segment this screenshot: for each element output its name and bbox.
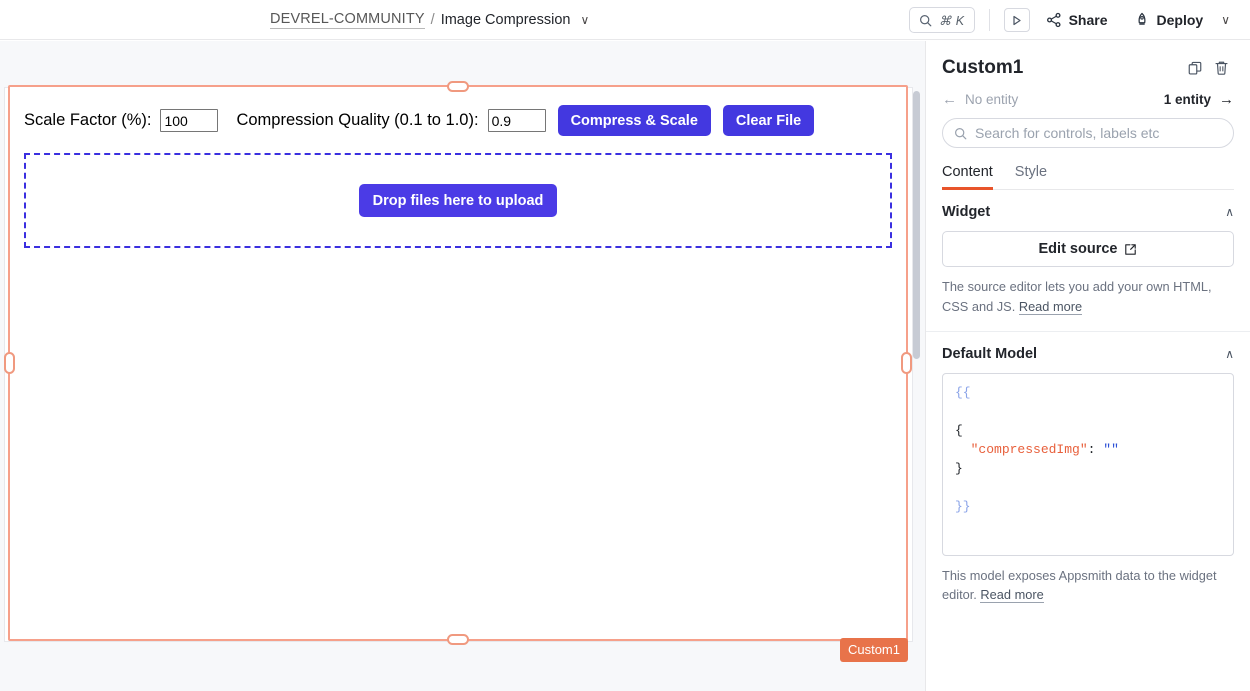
top-toolbar: DEVREL-COMMUNITY / Image Compression ∨ ⌘… — [0, 0, 1250, 40]
resize-handle-right[interactable] — [901, 352, 912, 374]
search-icon — [955, 127, 967, 139]
chevron-up-icon[interactable]: ∧ — [1225, 347, 1234, 361]
copy-widget-button[interactable] — [1182, 55, 1208, 81]
search-shortcut-label: ⌘ K — [938, 13, 965, 28]
widget-section-help: The source editor lets you add your own … — [942, 277, 1234, 317]
code-line: }} — [955, 498, 971, 514]
canvas-vertical-scrollbar[interactable] — [913, 91, 920, 359]
code-token-key: "compressedImg" — [970, 441, 1088, 457]
default-model-section: Default Model ∧ {{ { "compressedImg": ""… — [926, 332, 1250, 620]
previous-entity-label: No entity — [965, 92, 1019, 107]
rocket-icon — [1138, 12, 1145, 25]
code-line: { — [955, 422, 963, 438]
property-pane-header: Custom1 — [926, 41, 1250, 85]
compression-quality-input[interactable] — [487, 109, 546, 132]
widget-section: Widget ∧ Edit source The source editor l… — [926, 190, 1250, 332]
custom-widget-content: Scale Factor (%): Compression Quality (0… — [10, 87, 906, 639]
custom-widget-container[interactable]: Scale Factor (%): Compression Quality (0… — [4, 81, 912, 662]
edit-source-button[interactable]: Edit source — [942, 231, 1234, 267]
code-token-value: "" — [1103, 441, 1119, 457]
property-search-field[interactable]: Search for controls, labels etc — [942, 118, 1234, 148]
chevron-down-icon[interactable]: ∨ — [580, 14, 589, 26]
file-dropzone[interactable]: Drop files here to upload — [24, 153, 892, 248]
property-pane-title: Custom1 — [942, 57, 1024, 78]
default-model-code-editor[interactable]: {{ { "compressedImg": "" } }} — [942, 372, 1234, 556]
play-triangle-icon — [1012, 15, 1021, 25]
trash-icon — [1215, 61, 1227, 75]
property-tabs: Content Style — [942, 164, 1234, 190]
compression-quality-label: Compression Quality (0.1 to 1.0): — [236, 111, 479, 129]
toolbar-divider — [988, 9, 990, 31]
entity-navigation: → No entity 1 entity → — [926, 85, 1250, 112]
preview-play-button[interactable] — [1003, 8, 1030, 32]
arrow-right-icon: → — [1219, 91, 1234, 108]
search-icon — [919, 14, 932, 26]
widget-name-badge[interactable]: Custom1 — [839, 638, 908, 662]
model-help-read-more-link[interactable]: Read more — [980, 587, 1044, 604]
code-token-colon: : — [1087, 441, 1096, 457]
deploy-button[interactable]: Deploy — [1124, 5, 1214, 35]
share-button[interactable]: Share — [1036, 5, 1118, 35]
tab-content[interactable]: Content — [942, 164, 993, 190]
tab-style[interactable]: Style — [1015, 164, 1047, 189]
edit-source-label: Edit source — [1038, 241, 1118, 257]
compress-and-scale-button[interactable]: Compress & Scale — [557, 105, 711, 136]
delete-widget-button[interactable] — [1208, 55, 1234, 81]
search-button[interactable]: ⌘ K — [908, 7, 975, 33]
app-canvas: Scale Factor (%): Compression Quality (0… — [0, 41, 925, 691]
resize-handle-top[interactable] — [447, 81, 469, 92]
resize-handle-left[interactable] — [4, 352, 15, 374]
breadcrumb-page-name[interactable]: Image Compression — [441, 12, 571, 28]
widget-help-read-more-link[interactable]: Read more — [1018, 298, 1083, 315]
arrow-left-icon: → — [942, 91, 957, 108]
next-entity-nav[interactable]: 1 entity → — [1164, 91, 1234, 108]
resize-handle-bottom[interactable] — [447, 634, 469, 645]
code-line: {{ — [955, 384, 971, 400]
external-link-icon — [1125, 243, 1137, 255]
compression-controls-row: Scale Factor (%): Compression Quality (0… — [24, 105, 892, 136]
widget-section-header[interactable]: Widget ∧ — [942, 204, 1234, 220]
scale-factor-input[interactable] — [160, 109, 219, 132]
breadcrumb-separator: / — [430, 12, 435, 28]
drop-files-upload-button[interactable]: Drop files here to upload — [358, 184, 558, 217]
widget-section-title: Widget — [942, 204, 991, 220]
code-line: "compressedImg": "" — [955, 441, 1221, 460]
property-pane: Custom1 → No entity 1 entity → Search fo… — [925, 41, 1250, 691]
clear-file-button[interactable]: Clear File — [722, 105, 815, 136]
default-model-help: This model exposes Appsmith data to the … — [942, 566, 1234, 606]
share-nodes-icon — [1046, 12, 1061, 28]
next-entity-label: 1 entity — [1163, 92, 1211, 107]
scale-factor-label: Scale Factor (%): — [24, 111, 152, 129]
top-toolbar-actions: ⌘ K Share Deploy ∨ — [908, 0, 1236, 40]
chevron-up-icon[interactable]: ∧ — [1225, 205, 1234, 219]
default-model-header[interactable]: Default Model ∧ — [942, 346, 1234, 362]
code-line: } — [955, 460, 963, 476]
breadcrumb-app-link[interactable]: DEVREL-COMMUNITY — [270, 11, 425, 29]
copy-icon — [1188, 61, 1201, 74]
default-model-title: Default Model — [942, 345, 1038, 362]
deploy-options-chevron-icon[interactable]: ∨ — [1215, 13, 1236, 27]
deploy-label: Deploy — [1156, 12, 1204, 28]
property-search-placeholder: Search for controls, labels etc — [975, 125, 1160, 141]
share-label: Share — [1068, 12, 1108, 28]
breadcrumb: DEVREL-COMMUNITY / Image Compression ∨ — [270, 0, 589, 40]
previous-entity-nav[interactable]: → No entity — [942, 91, 1164, 108]
